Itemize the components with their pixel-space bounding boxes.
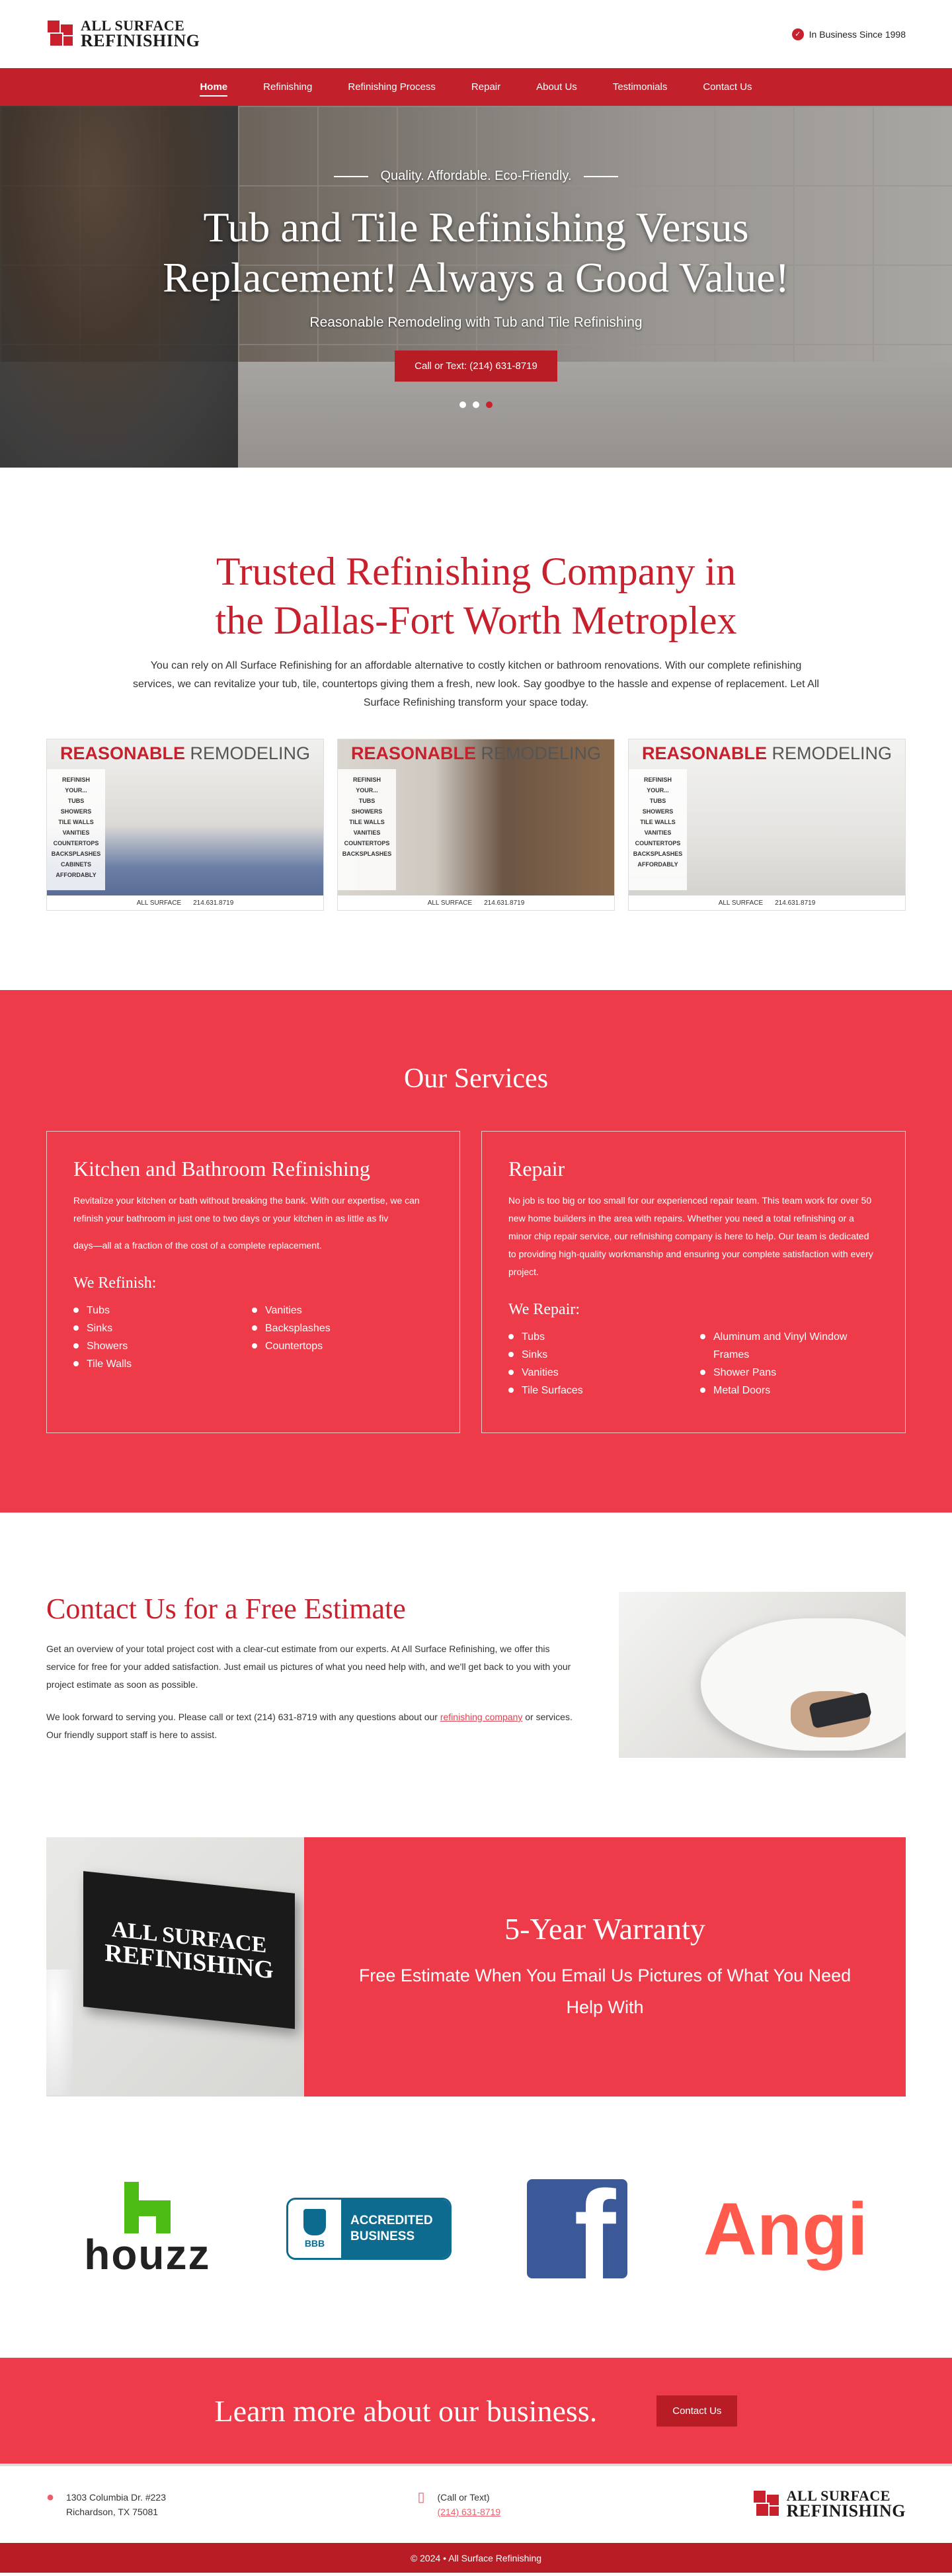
service-card-repair: Repair No job is too big or too small fo… <box>481 1131 906 1433</box>
since-text: In Business Since 1998 <box>809 28 906 40</box>
service-title: Kitchen and Bathroom Refinishing <box>73 1157 370 1181</box>
service-body: Revitalize your kitchen or bath without … <box>73 1195 420 1224</box>
list-item: Aluminum and Vinyl Window Frames <box>700 1328 879 1364</box>
phone-icon: ▯ <box>417 2490 425 2505</box>
nav-refinishing-process[interactable]: Refinishing Process <box>330 68 454 106</box>
list-item: Backsplashes <box>252 1319 417 1337</box>
houzz-icon <box>124 2182 171 2233</box>
copyright: © 2024 • All Surface Refinishing <box>0 2543 952 2573</box>
list-item: Sinks <box>508 1346 687 1364</box>
learn-more-banner: Learn more about our business. Contact U… <box>0 2358 952 2464</box>
hero-title: Tub and Tile Refinishing Versus Replacem… <box>163 204 789 301</box>
gallery-image-2[interactable]: REASONABLE REMODELING REFINISH YOUR... TUB… <box>337 739 615 911</box>
warranty-title: 5-Year Warranty <box>504 1911 705 1946</box>
hero-subtitle: Reasonable Remodeling with Tub and Tile … <box>309 315 643 330</box>
footer-logo[interactable]: ALL SURFACE REFINISHING <box>752 2489 906 2520</box>
slider-dot-1[interactable] <box>459 401 466 408</box>
nav-testimonials[interactable]: Testimonials <box>595 68 686 106</box>
list-item: Shower Pans <box>700 1364 879 1382</box>
warranty-image: ALL SURFACE REFINISHING <box>46 1837 304 2097</box>
footer-phone: ▯ (Call or Text) (214) 631-8719 <box>417 2490 501 2517</box>
location-pin-icon: ● <box>46 2490 55 2505</box>
contact-body-2: We look forward to serving you. Please c… <box>46 1712 573 1740</box>
facebook-logo[interactable]: f <box>527 2179 628 2278</box>
nav-about-us[interactable]: About Us <box>518 68 595 106</box>
houzz-logo[interactable]: houzz <box>84 2182 210 2276</box>
check-icon: ✓ <box>791 28 804 40</box>
service-body: days—all at a fraction of the cost of a … <box>73 1240 322 1251</box>
service-list-title: We Repair: <box>508 1301 580 1318</box>
trusted-section: Trusted Refinishing Company in the Dalla… <box>0 468 952 990</box>
list-item: Tile Walls <box>73 1355 239 1373</box>
gallery-list: REFINISH YOUR... TUBS SHOWERS TILE WALLS VANI… <box>338 769 396 890</box>
list-item: Tubs <box>508 1328 687 1346</box>
nav-repair[interactable]: Repair <box>454 68 518 106</box>
gallery-list: REFINISH YOUR... TUBS SHOWERS TILE WALLS VANI… <box>629 769 687 890</box>
trusted-body: You can rely on All Surface Refinishing … <box>133 660 819 708</box>
slider-dot-3[interactable] <box>486 401 493 408</box>
gallery-image-3[interactable]: REASONABLE REMODELING REFINISH YOUR... TUB… <box>628 739 906 911</box>
footer-address: ● 1303 Columbia Dr. #223 Richardson, TX 7… <box>46 2490 166 2517</box>
nav-home[interactable]: Home <box>182 68 245 106</box>
main-nav: Home Refinishing Refinishing Process Rep… <box>0 68 952 106</box>
slider-dot-2[interactable] <box>473 401 479 408</box>
list-item: Vanities <box>508 1364 687 1382</box>
footer: ● 1303 Columbia Dr. #223 Richardson, TX 7… <box>0 2464 952 2543</box>
logo-mark-icon <box>752 2489 783 2520</box>
services-section: Our Services Kitchen and Bathroom Refini… <box>0 990 952 1513</box>
service-card-kitchen: Kitchen and Bathroom Refinishing Revital… <box>46 1131 460 1433</box>
contact-section: Contact Us for a Free Estimate Get an ov… <box>46 1592 906 1758</box>
bbb-torch-icon <box>303 2209 326 2235</box>
service-list: Tubs Sinks Vanities Tile Surfaces Alumin… <box>508 1328 879 1399</box>
bbb-logo[interactable]: BBB ACCREDITED BUSINESS <box>286 2198 452 2260</box>
framed-logo: ALL SURFACE REFINISHING <box>83 1871 295 2029</box>
contact-image <box>619 1592 906 1758</box>
angi-logo[interactable]: Angi <box>703 2186 868 2272</box>
footer-phone-link[interactable]: (214) 631-8719 <box>437 2507 500 2517</box>
gallery-list: REFINISH YOUR... TUBS SHOWERS TILE WALLS VANI… <box>47 769 105 890</box>
hero-slider: Quality. Affordable. Eco-Friendly. Tub a… <box>0 106 952 468</box>
nav-refinishing[interactable]: Refinishing <box>245 68 330 106</box>
services-title: Our Services <box>403 1063 549 1094</box>
warranty-text: Free Estimate When You Email Us Pictures… <box>358 1965 852 2017</box>
learn-title: Learn more about our business. <box>214 2393 598 2428</box>
refinishing-company-link[interactable]: refinishing company <box>440 1712 523 1722</box>
site-logo[interactable]: ALL SURFACE REFINISHING <box>46 18 200 50</box>
nav-contact-us[interactable]: Contact Us <box>685 68 770 106</box>
call-button[interactable]: Call or Text: (214) 631-8719 <box>395 351 557 382</box>
list-item: Vanities <box>252 1302 417 1319</box>
list-item: Countertops <box>252 1337 417 1355</box>
hero-tagline: Quality. Affordable. Eco-Friendly. <box>0 169 952 184</box>
trusted-title: Trusted Refinishing Company in the Dalla… <box>215 550 737 642</box>
header: ALL SURFACE REFINISHING ✓ In Business Si… <box>0 0 952 68</box>
since-badge: ✓ In Business Since 1998 <box>791 28 906 40</box>
list-item: Showers <box>73 1337 239 1355</box>
contact-body: Get an overview of your total project co… <box>46 1643 571 1690</box>
contact-us-button[interactable]: Contact Us <box>656 2395 738 2427</box>
facebook-icon: f <box>574 2179 616 2278</box>
service-list: Tubs Sinks Showers Tile Walls Vanities B… <box>73 1302 417 1373</box>
service-body: No job is too big or too small for our e… <box>508 1195 873 1277</box>
service-title: Repair <box>508 1157 565 1181</box>
list-item: Metal Doors <box>700 1382 879 1399</box>
logo-line2: REFINISHING <box>81 30 200 50</box>
list-item: Tubs <box>73 1302 239 1319</box>
partner-logos: houzz BBB ACCREDITED BUSINESS f Angi <box>46 2176 906 2282</box>
warranty-section: ALL SURFACE REFINISHING 5-Year Warranty … <box>46 1837 906 2097</box>
gallery-image-1[interactable]: REASONABLE REMODELING REFINISH YOUR... TUB… <box>46 739 324 911</box>
contact-title: Contact Us for a Free Estimate <box>46 1593 406 1625</box>
service-list-title: We Refinish: <box>73 1274 157 1292</box>
list-item: Sinks <box>73 1319 239 1337</box>
slider-dots <box>0 401 952 408</box>
gallery: REASONABLE REMODELING REFINISH YOUR... TUB… <box>46 739 906 911</box>
logo-mark-icon <box>46 19 77 50</box>
list-item: Tile Surfaces <box>508 1382 687 1399</box>
